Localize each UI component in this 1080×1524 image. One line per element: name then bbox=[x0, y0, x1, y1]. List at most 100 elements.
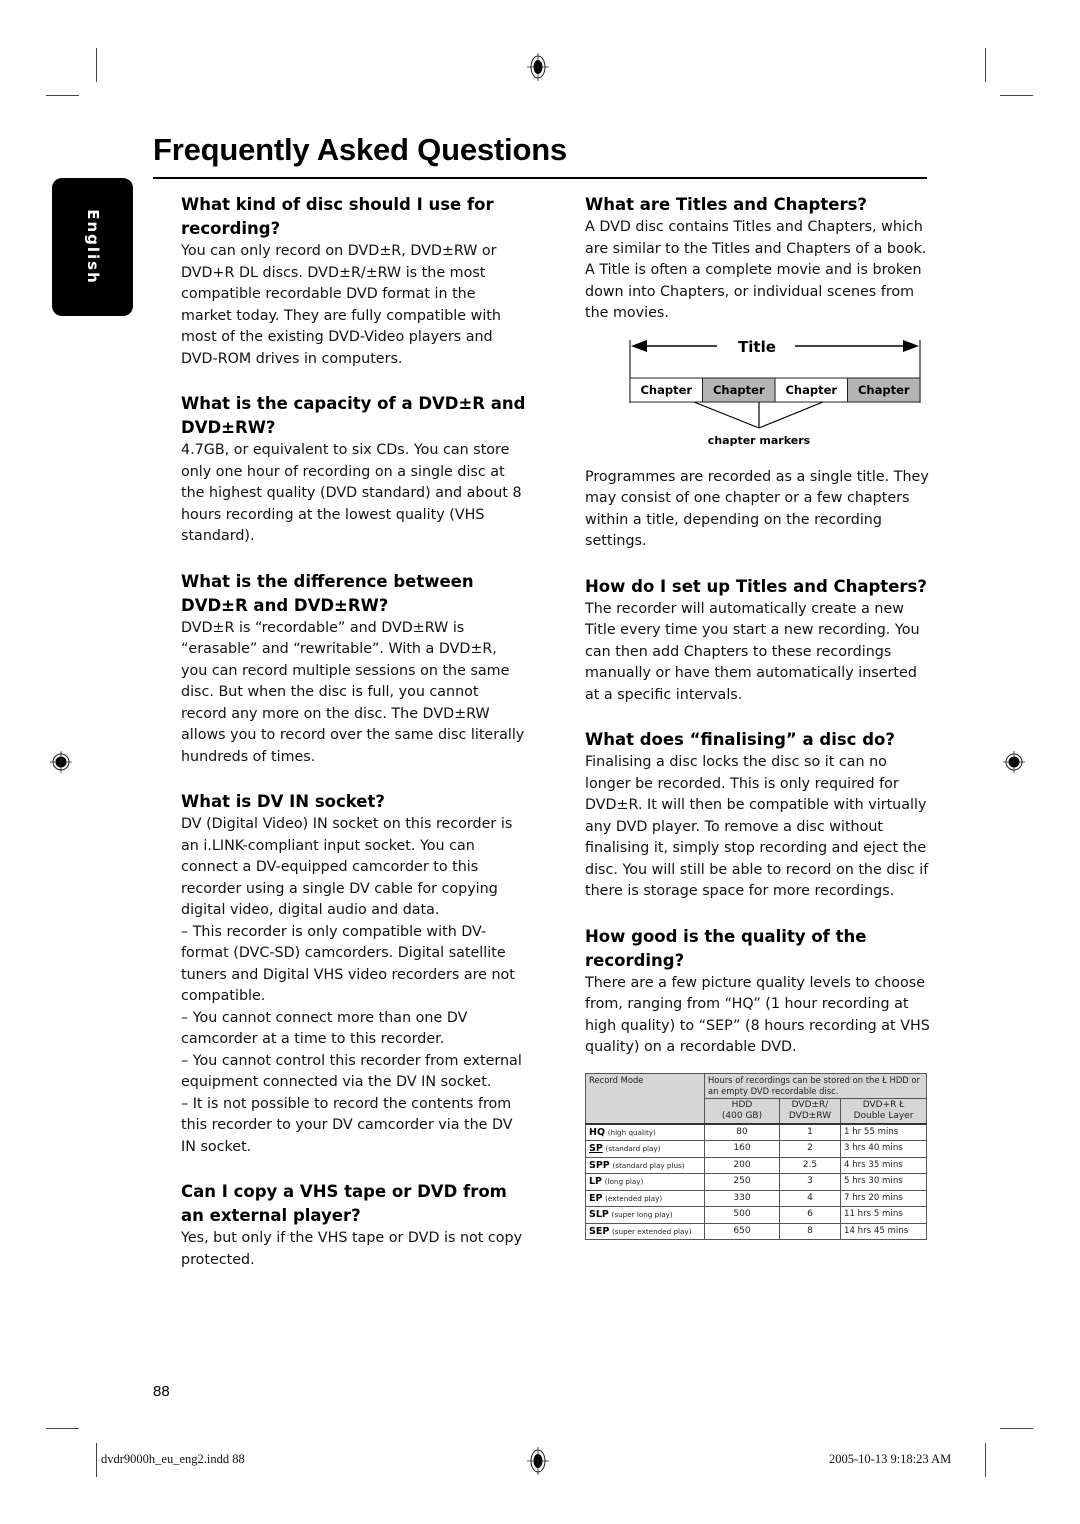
mode-description: (long play) bbox=[604, 1177, 644, 1186]
faq-question: What does “finalising” a disc do? bbox=[585, 730, 895, 749]
table-subheader-hdd: HDD (400 GB) bbox=[704, 1097, 780, 1124]
mode-description: (standard play) bbox=[605, 1144, 661, 1153]
faq-question: What is DV IN socket? bbox=[181, 792, 385, 811]
dvd-hours-cell: 4 bbox=[779, 1189, 841, 1207]
faq-note: – You cannot control this recorder from … bbox=[181, 1052, 522, 1091]
language-tab: English bbox=[52, 178, 133, 316]
table-subheader-dvd: DVD±R/DVD±RW bbox=[779, 1097, 841, 1124]
mode-code: SPP bbox=[589, 1159, 610, 1171]
language-tab-label: English bbox=[83, 209, 102, 285]
faq-column-left: What kind of disc should I use for recor… bbox=[181, 193, 526, 1271]
dvd-hours-cell: 2 bbox=[779, 1140, 841, 1158]
mode-code: EP bbox=[589, 1192, 603, 1204]
crop-mark bbox=[985, 48, 986, 82]
faq-note: – You cannot connect more than one DV ca… bbox=[181, 1009, 468, 1048]
faq-answer: Yes, but only if the VHS tape or DVD is … bbox=[181, 1230, 523, 1268]
chapter-label: Chapter bbox=[785, 383, 837, 397]
crop-mark bbox=[1000, 1428, 1033, 1429]
faq-question: Can I copy a VHS tape or DVD from an ext… bbox=[181, 1182, 507, 1225]
chapter-label: Chapter bbox=[713, 383, 765, 397]
faq-question: How do I set up Titles and Chapters? bbox=[585, 576, 927, 596]
crop-mark bbox=[46, 95, 79, 96]
table-row: SPP (standard play plus) 200 2.5 4 hrs 35 m… bbox=[585, 1156, 927, 1174]
table-row: SEP (super extended play) 650 8 14 hrs 45 m… bbox=[585, 1222, 927, 1240]
dl-hours-cell: 4 hrs 35 mins bbox=[840, 1156, 927, 1174]
diagram-title-label: Title bbox=[738, 338, 776, 356]
table-header-hours: Hours of recordings can be stored on the… bbox=[704, 1072, 927, 1099]
record-mode-cell: EP (extended play) bbox=[585, 1189, 705, 1207]
faq-answer: DVD±R is “recordable” and DVD±RW is “era… bbox=[181, 619, 525, 765]
mode-description: (high quality) bbox=[607, 1127, 656, 1137]
faq-item: Programmes are recorded as a single titl… bbox=[585, 467, 930, 553]
registration-mark-icon bbox=[527, 1447, 549, 1475]
faq-answer: Finalising a disc locks the disc so it c… bbox=[585, 754, 929, 899]
faq-question: What is the capacity of a DVD±R and DVD±… bbox=[181, 394, 526, 437]
title-divider bbox=[153, 177, 927, 179]
dl-hours-cell: 11 hrs 5 mins bbox=[840, 1206, 927, 1224]
record-mode-cell: SEP (super extended play) bbox=[585, 1222, 705, 1240]
dvd-hours-cell: 3 bbox=[779, 1173, 841, 1191]
mode-description: (standard play plus) bbox=[612, 1160, 685, 1170]
faq-answer: DV (Digital Video) IN socket on this rec… bbox=[181, 816, 513, 918]
faq-question: How good is the quality of the recording… bbox=[585, 926, 867, 970]
dl-hours-cell: 14 hrs 45 mins bbox=[840, 1222, 927, 1240]
faq-answer: A DVD disc contains Titles and Chapters,… bbox=[585, 219, 927, 321]
faq-item: What are Titles and Chapters? A DVD disc… bbox=[585, 193, 930, 325]
hdd-hours-cell: 500 bbox=[704, 1206, 780, 1224]
dl-hours-cell: 1 hr 55 mins bbox=[840, 1122, 927, 1141]
crop-mark bbox=[985, 1443, 986, 1477]
crop-mark bbox=[96, 1443, 97, 1477]
faq-answer: You can only record on DVD±R, DVD±RW or … bbox=[181, 243, 501, 367]
chapter-label: Chapter bbox=[640, 383, 692, 397]
faq-note: – It is not possible to record the conte… bbox=[181, 1095, 513, 1155]
crop-mark bbox=[1000, 95, 1033, 96]
faq-item: What is DV IN socket? DV (Digital Video)… bbox=[181, 790, 526, 1158]
hdd-hours-cell: 200 bbox=[704, 1156, 780, 1174]
dvd-hours-cell: 1 bbox=[779, 1122, 841, 1141]
hdd-hours-cell: 80 bbox=[704, 1122, 780, 1141]
page-title: Frequently Asked Questions bbox=[153, 132, 567, 167]
record-mode-cell: HQ (high quality) bbox=[585, 1122, 705, 1141]
faq-answer: 4.7GB, or equivalent to six CDs. You can… bbox=[181, 442, 522, 544]
faq-item: Can I copy a VHS tape or DVD from an ext… bbox=[181, 1180, 526, 1271]
hdd-hours-cell: 250 bbox=[704, 1173, 780, 1191]
faq-question: What are Titles and Chapters? bbox=[585, 195, 867, 214]
faq-column-right: What are Titles and Chapters? A DVD disc… bbox=[585, 193, 930, 1240]
faq-item: What kind of disc should I use for recor… bbox=[181, 193, 526, 370]
faq-answer: The recorder will automatically create a… bbox=[585, 600, 920, 703]
faq-answer: There are a few picture quality levels t… bbox=[585, 974, 930, 1056]
chapter-marker-line bbox=[758, 400, 824, 429]
faq-item: How good is the quality of the recording… bbox=[585, 925, 930, 1059]
faq-item: How do I set up Titles and Chapters? The… bbox=[585, 575, 930, 707]
faq-question: What kind of disc should I use for recor… bbox=[181, 195, 494, 238]
crop-mark bbox=[46, 1428, 79, 1429]
table-subheader-dl: DVD+R Ł Double Layer bbox=[840, 1097, 927, 1124]
mode-code: SP bbox=[589, 1143, 603, 1154]
record-mode-cell: SP (standard play) bbox=[585, 1140, 705, 1158]
mode-code: SEP bbox=[589, 1225, 610, 1237]
faq-item: What is the difference between DVD±R and… bbox=[181, 570, 526, 769]
dl-hours-cell: 7 hrs 20 mins bbox=[840, 1189, 927, 1207]
chapter-markers-label: chapter markers bbox=[708, 434, 811, 447]
hdd-hours-cell: 650 bbox=[704, 1222, 780, 1240]
mode-code: SLP bbox=[589, 1209, 609, 1220]
mode-code: LP bbox=[589, 1176, 603, 1187]
table-row: HQ (high quality) 80 1 1 hr 55 mins bbox=[585, 1122, 927, 1141]
faq-item: What does “finalising” a disc do? Finali… bbox=[585, 728, 930, 903]
record-mode-cell: SLP (super long play) bbox=[585, 1206, 705, 1224]
table-header-record-mode: Record Mode bbox=[585, 1072, 705, 1124]
title-chapter-diagram: Title Chapter Chapter Chapter Chapter chapt… bbox=[625, 335, 925, 453]
hdd-hours-cell: 330 bbox=[704, 1189, 780, 1207]
chapter-label: Chapter bbox=[858, 383, 910, 397]
table-row: LP (long play) 250 3 5 hrs 30 mins bbox=[585, 1173, 927, 1191]
table-row: SLP (super long play) 500 6 11 hrs 5 mins bbox=[585, 1206, 927, 1224]
registration-mark-icon bbox=[1003, 751, 1025, 773]
faq-item: What is the capacity of a DVD±R and DVD±… bbox=[181, 392, 526, 548]
arrow-right-icon bbox=[903, 339, 919, 352]
mode-description: (super extended play) bbox=[611, 1226, 692, 1236]
dvd-hours-cell: 8 bbox=[779, 1222, 841, 1240]
table-row: EP (extended play) 330 4 7 hrs 20 mins bbox=[585, 1189, 927, 1207]
footer-timestamp: 2005-10-13 9:18:23 AM bbox=[829, 1452, 952, 1466]
dl-hours-cell: 3 hrs 40 mins bbox=[840, 1140, 927, 1158]
crop-mark bbox=[96, 48, 97, 82]
